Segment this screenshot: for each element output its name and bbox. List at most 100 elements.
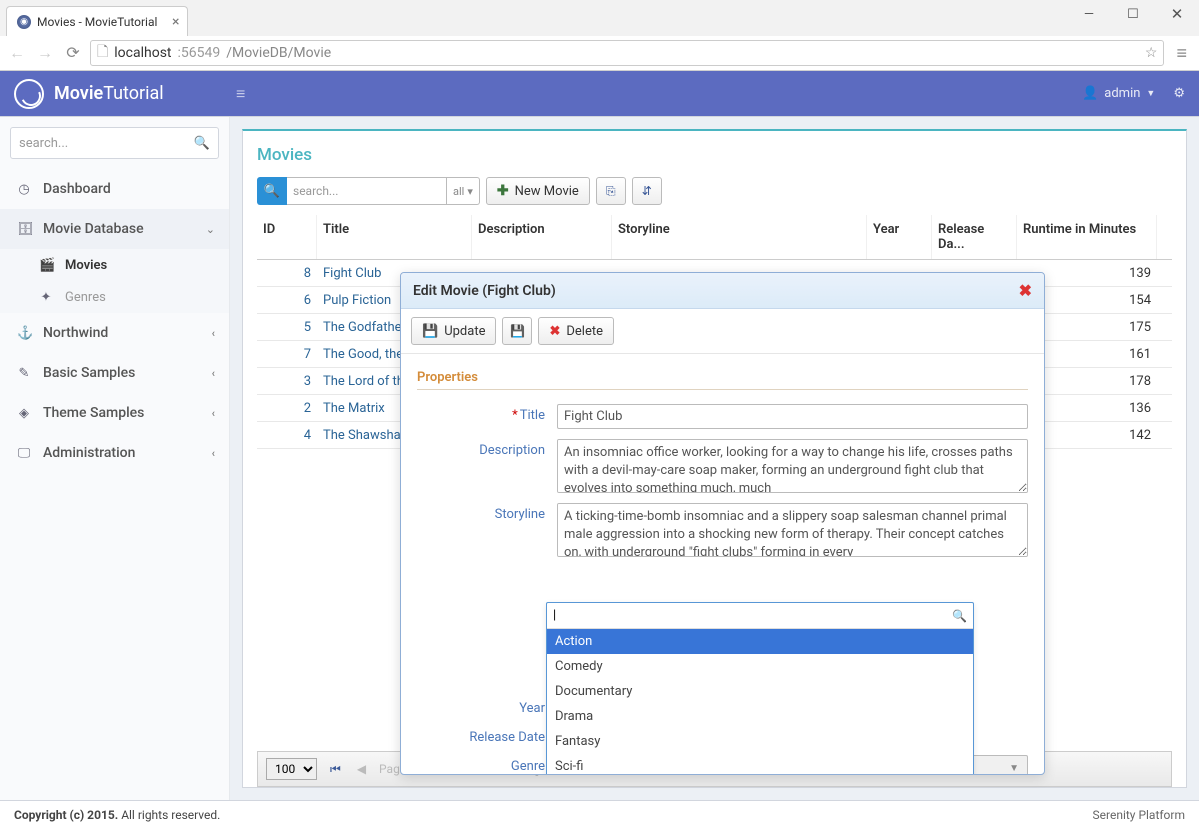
refresh-button[interactable]: ⇵	[632, 177, 662, 205]
dropdown-option[interactable]: Fantasy	[547, 729, 973, 754]
close-window-button[interactable]: ✕	[1155, 0, 1199, 28]
user-menu: 👤 admin ▼ ⚙	[1082, 86, 1185, 101]
sidebar-item-movies[interactable]: 🎬 Movies	[0, 249, 229, 281]
chevron-left-icon: ‹	[212, 327, 215, 340]
page-info-icon[interactable]: 🗋	[97, 41, 108, 65]
prev-page-button[interactable]: ◀	[354, 762, 369, 776]
col-title[interactable]: Title	[317, 215, 472, 259]
save-icon: 💾	[422, 324, 438, 339]
app-logo[interactable]: MovieTutorial	[14, 79, 230, 109]
first-page-button[interactable]: ⏮	[327, 762, 344, 777]
delete-icon: ✖	[549, 324, 560, 339]
genre-dropdown: 🔍 ActionComedyDocumentaryDramaFantasySci…	[546, 602, 974, 774]
edit-movie-dialog: Edit Movie (Fight Club) ✖ 💾 Update 💾 ✖ D…	[400, 272, 1045, 775]
dialog-title-bar[interactable]: Edit Movie (Fight Club) ✖	[401, 273, 1044, 309]
nav-arrows: ← → ⟳	[8, 43, 82, 63]
col-description[interactable]: Description	[472, 215, 612, 259]
genre-label: Genre	[417, 755, 557, 774]
column-picker-button[interactable]: ⎘	[596, 177, 626, 205]
year-label: Year	[417, 697, 557, 716]
new-movie-button[interactable]: ✚ New Movie	[486, 177, 590, 205]
monitor-icon: 🖵	[17, 446, 31, 461]
user-icon: 👤	[1082, 86, 1098, 101]
maximize-button[interactable]: ☐	[1111, 0, 1155, 28]
update-button[interactable]: 💾 Update	[411, 317, 496, 345]
field-title: *Title	[417, 404, 1028, 429]
close-tab-icon[interactable]: ×	[172, 14, 179, 30]
sidebar-item-genres[interactable]: ✦ Genres	[0, 281, 229, 313]
caret-down-icon: ▾	[467, 185, 473, 198]
dropdown-option[interactable]: Documentary	[547, 679, 973, 704]
col-runtime[interactable]: Runtime in Minutes	[1017, 215, 1157, 259]
col-release[interactable]: Release Da...	[932, 215, 1017, 259]
field-description: Description An insomniac office worker, …	[417, 439, 1028, 493]
settings-icon[interactable]: ⚙	[1173, 86, 1185, 101]
apply-button[interactable]: 💾	[502, 317, 532, 345]
logo-icon	[14, 79, 44, 109]
page-title: Movies	[257, 145, 1172, 165]
forward-button[interactable]: →	[36, 43, 54, 63]
col-id[interactable]: ID	[257, 215, 317, 259]
dropdown-option[interactable]: Action	[547, 629, 973, 654]
storyline-textarea[interactable]: A ticking-time-bomb insomniac and a slip…	[557, 503, 1028, 557]
title-label: *Title	[417, 404, 557, 423]
url-bar[interactable]: 🗋 localhost:56549/MovieDB/Movie ☆	[90, 40, 1164, 66]
dropdown-search-input[interactable]	[553, 608, 952, 623]
sidebar-toggle-icon[interactable]: ≡	[230, 84, 251, 104]
quick-search: 🔍 search... all▾	[257, 177, 480, 205]
genres-icon: ✦	[39, 290, 53, 305]
movies-icon: 🎬	[39, 258, 53, 273]
col-storyline[interactable]: Storyline	[612, 215, 867, 259]
platform-link[interactable]: Serenity Platform	[1093, 808, 1185, 822]
delete-button[interactable]: ✖ Delete	[538, 317, 614, 345]
window-controls: — ☐ ✕	[1067, 0, 1199, 28]
sidebar-search-input[interactable]: search... 🔍	[10, 127, 219, 159]
chevron-left-icon: ‹	[212, 407, 215, 420]
page-size-select[interactable]: 100	[266, 758, 317, 780]
grid-header: ID Title Description Storyline Year Rele…	[257, 215, 1172, 260]
col-year[interactable]: Year	[867, 215, 932, 259]
diamond-icon: ◈	[17, 406, 31, 421]
user-dropdown[interactable]: 👤 admin ▼	[1082, 86, 1155, 101]
columns-icon: ⎘	[606, 184, 616, 199]
sidebar-submenu: 🎬 Movies ✦ Genres	[0, 249, 229, 313]
sidebar-item-theme-samples[interactable]: ◈ Theme Samples ‹	[0, 393, 229, 433]
url-host: localhost	[114, 45, 171, 61]
browser-tabs: ◉ Movies - MovieTutorial × — ☐ ✕	[0, 0, 1199, 36]
back-button[interactable]: ←	[8, 43, 26, 63]
title-input[interactable]	[557, 404, 1028, 429]
release-date-label: Release Date	[417, 726, 557, 745]
sidebar-item-movie-database[interactable]: 🗄 Movie Database ⌄	[0, 209, 229, 249]
tab-title: Movies - MovieTutorial	[37, 15, 157, 29]
sidebar-item-administration[interactable]: 🖵 Administration ‹	[0, 433, 229, 473]
browser-menu-icon[interactable]: ≡	[1172, 43, 1191, 64]
quick-filter-select[interactable]: all▾	[447, 177, 480, 205]
sidebar-item-dashboard[interactable]: ◷ Dashboard	[0, 169, 229, 209]
dropdown-option[interactable]: Sci-fi	[547, 754, 973, 774]
search-button[interactable]: 🔍	[257, 177, 287, 205]
description-textarea[interactable]: An insomniac office worker, looking for …	[557, 439, 1028, 493]
search-input[interactable]: search...	[287, 177, 447, 205]
sidebar: search... 🔍 ◷ Dashboard 🗄 Movie Database…	[0, 117, 230, 800]
description-label: Description	[417, 439, 557, 458]
dialog-close-button[interactable]: ✖	[1019, 281, 1032, 300]
reload-button[interactable]: ⟳	[64, 43, 82, 63]
bookmark-icon[interactable]: ☆	[1145, 45, 1158, 61]
refresh-icon: ⇵	[642, 184, 652, 198]
grid-toolbar: 🔍 search... all▾ ✚ New Movie ⎘ ⇵	[257, 177, 1172, 205]
footer: Copyright (c) 2015. All rights reserved.…	[0, 800, 1199, 828]
dialog-toolbar: 💾 Update 💾 ✖ Delete	[401, 309, 1044, 354]
plus-icon: ✚	[497, 183, 509, 199]
wand-icon: ✎	[17, 366, 31, 381]
sidebar-item-northwind[interactable]: ⚓ Northwind ‹	[0, 313, 229, 353]
sidebar-search: search... 🔍	[0, 117, 229, 169]
search-icon: 🔍	[194, 136, 210, 151]
dialog-body: Properties *Title Description An insomni…	[401, 354, 1044, 774]
dropdown-option[interactable]: Comedy	[547, 654, 973, 679]
app-header: MovieTutorial ≡ 👤 admin ▼ ⚙	[0, 71, 1199, 116]
field-storyline: Storyline A ticking-time-bomb insomniac …	[417, 503, 1028, 557]
sidebar-item-basic-samples[interactable]: ✎ Basic Samples ‹	[0, 353, 229, 393]
dropdown-option[interactable]: Drama	[547, 704, 973, 729]
minimize-button[interactable]: —	[1067, 0, 1111, 28]
browser-tab[interactable]: ◉ Movies - MovieTutorial ×	[6, 6, 188, 36]
